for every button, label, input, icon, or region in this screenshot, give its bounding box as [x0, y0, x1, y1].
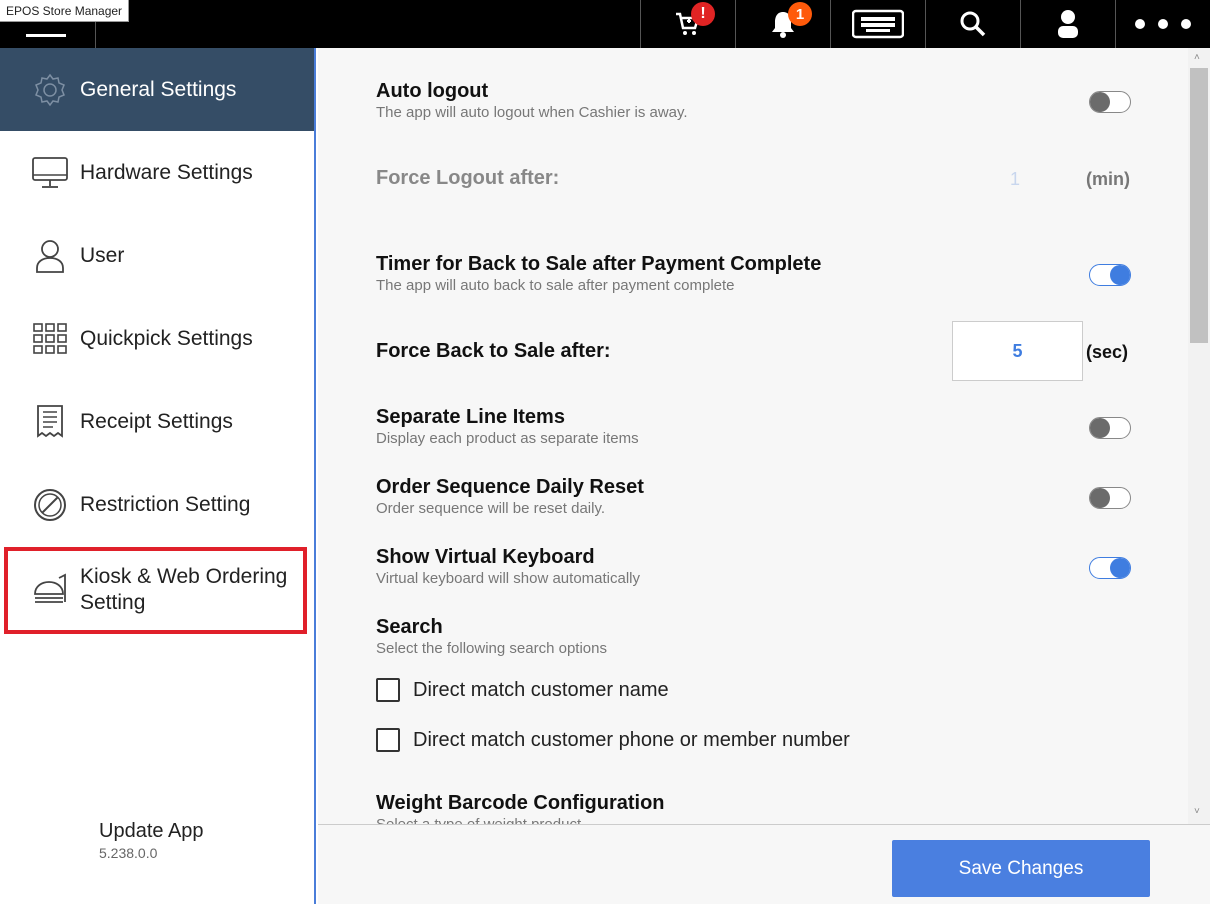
search-icon [960, 11, 986, 37]
grid-icon [30, 319, 70, 359]
sidebar-item-label: User [80, 243, 125, 267]
setting-description: Order sequence will be reset daily. [376, 500, 605, 517]
gear-icon [30, 70, 70, 110]
force-back-to-sale-input[interactable]: 5 [952, 321, 1083, 381]
restriction-icon [30, 485, 70, 525]
search-option-customer-phone[interactable]: Direct match customer phone or member nu… [376, 728, 850, 752]
keyboard-icon [852, 9, 904, 39]
virtual-keyboard-toggle[interactable] [1089, 557, 1131, 579]
general-settings-panel: Auto logout The app will auto logout whe… [318, 48, 1188, 824]
sidebar-item-label: General Settings [80, 77, 237, 101]
separate-line-items-setting: Separate Line Items Display each product… [376, 406, 1136, 447]
search-button[interactable] [925, 0, 1020, 48]
menu-button[interactable] [0, 22, 96, 48]
order-sequence-reset-toggle[interactable] [1089, 487, 1131, 509]
setting-title: Force Logout after: [376, 167, 560, 189]
sidebar-item-label: Quickpick Settings [80, 326, 253, 350]
sidebar-item-restriction-setting[interactable]: Restriction Setting [0, 463, 314, 546]
sidebar-item-general-settings[interactable]: General Settings [0, 48, 314, 131]
cart-button[interactable]: ! [640, 0, 735, 48]
sidebar-item-quickpick-settings[interactable]: Quickpick Settings [0, 297, 314, 380]
force-logout-input[interactable]: 1 [1010, 169, 1020, 190]
timer-back-to-sale-setting: Timer for Back to Sale after Payment Com… [376, 253, 1136, 294]
force-logout-setting: Force Logout after: [376, 167, 1136, 190]
search-setting: Search Select the following search optio… [376, 616, 1136, 657]
more-icon [1135, 19, 1191, 29]
timer-back-to-sale-toggle[interactable] [1089, 264, 1131, 286]
cart-alert-badge: ! [691, 2, 715, 26]
update-app-label: Update App [99, 820, 204, 842]
setting-title: Order Sequence Daily Reset [376, 476, 644, 498]
hamburger-icon [26, 34, 66, 37]
highlight-box [4, 547, 307, 634]
checkbox-label: Direct match customer name [413, 678, 669, 701]
monitor-icon [30, 153, 70, 193]
force-logout-unit: (min) [1086, 169, 1130, 189]
settings-footer: Save Changes [318, 824, 1210, 904]
auto-logout-setting: Auto logout The app will auto logout whe… [376, 80, 1136, 121]
sidebar-item-label: Hardware Settings [80, 160, 253, 184]
virtual-keyboard-setting: Show Virtual Keyboard Virtual keyboard w… [376, 546, 1136, 587]
app-title: EPOS Store Manager [0, 0, 130, 22]
sidebar-item-label: Receipt Settings [80, 409, 233, 433]
separate-line-items-toggle[interactable] [1089, 417, 1131, 439]
setting-title: Separate Line Items [376, 406, 565, 428]
search-option-customer-name[interactable]: Direct match customer name [376, 678, 669, 702]
account-button[interactable] [1020, 0, 1115, 48]
keyboard-button[interactable] [830, 0, 925, 48]
update-app-section[interactable]: Update App 5.238.0.0 [99, 820, 204, 861]
scrollbar[interactable]: ˄ ˅ [1188, 48, 1210, 824]
setting-title: Search [376, 616, 443, 638]
sidebar-item-receipt-settings[interactable]: Receipt Settings [0, 380, 314, 463]
notifications-button[interactable]: 1 [735, 0, 830, 48]
setting-description: Display each product as separate items [376, 430, 639, 447]
setting-title: Show Virtual Keyboard [376, 546, 595, 568]
force-back-to-sale-unit: (sec) [1086, 342, 1129, 362]
setting-description: The app will auto logout when Cashier is… [376, 104, 688, 121]
save-changes-button[interactable]: Save Changes [892, 840, 1150, 897]
order-sequence-reset-setting: Order Sequence Daily Reset Order sequenc… [376, 476, 1136, 517]
user-outline-icon [30, 236, 70, 276]
top-toolbar: ! 1 [640, 0, 1210, 48]
setting-description: The app will auto back to sale after pay… [376, 277, 735, 294]
setting-title: Weight Barcode Configuration [376, 792, 665, 814]
more-button[interactable] [1115, 0, 1210, 48]
setting-description: Virtual keyboard will show automatically [376, 570, 641, 587]
receipt-icon [30, 402, 70, 442]
notification-count-badge: 1 [788, 2, 812, 26]
checkbox-label: Direct match customer phone or member nu… [413, 728, 850, 751]
setting-description: Select a type of weight product [376, 816, 1136, 824]
user-icon [1058, 10, 1078, 38]
auto-logout-toggle[interactable] [1089, 91, 1131, 113]
sidebar-item-label: Restriction Setting [80, 492, 251, 516]
top-bar: EPOS Store Manager ! 1 [0, 0, 1210, 48]
setting-description: Select the following search options [376, 640, 607, 657]
weight-barcode-setting: Weight Barcode Configuration Select a ty… [376, 792, 1136, 824]
scroll-up-arrow[interactable]: ˄ [1194, 52, 1200, 63]
setting-title: Timer for Back to Sale after Payment Com… [376, 253, 822, 275]
settings-sidebar: General Settings Hardware Settings User [0, 48, 316, 904]
checkbox[interactable] [376, 728, 400, 752]
scroll-thumb[interactable] [1190, 68, 1208, 343]
sidebar-item-hardware-settings[interactable]: Hardware Settings [0, 131, 314, 214]
sidebar-item-user[interactable]: User [0, 214, 314, 297]
scroll-down-arrow[interactable]: ˅ [1194, 806, 1200, 817]
setting-title: Auto logout [376, 80, 489, 102]
checkbox[interactable] [376, 678, 400, 702]
app-version: 5.238.0.0 [99, 845, 158, 861]
